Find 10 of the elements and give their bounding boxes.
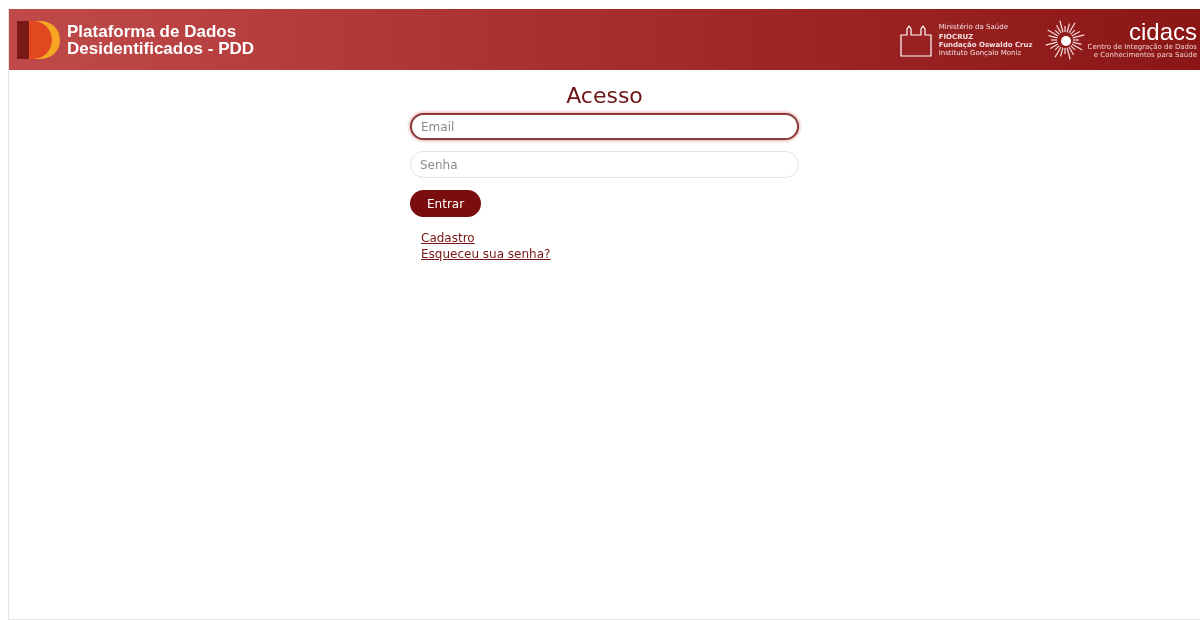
cidacs-logo-text: cidacs — [1128, 20, 1197, 43]
header-title: Plataforma de Dados — [67, 22, 238, 40]
header-title: Desidentificados - PDD — [67, 39, 255, 57]
text-link[interactable]: Cadastro — [421, 230, 475, 246]
text-link[interactable]: Esqueceu sua senha? — [421, 246, 551, 262]
pdd-logo-icon — [17, 20, 61, 59]
page-title: Acesso — [565, 82, 644, 110]
submit-button[interactable]: Entrar — [410, 190, 482, 217]
input-field[interactable]: Email — [410, 113, 799, 140]
burst-icon — [1044, 19, 1085, 60]
